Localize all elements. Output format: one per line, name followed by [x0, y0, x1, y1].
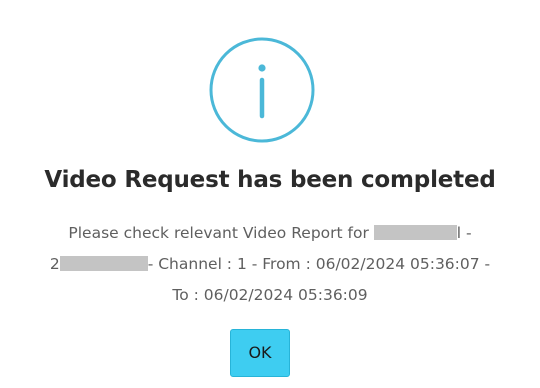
redacted-text: [59, 256, 148, 271]
message-line2-prefix: 2: [49, 255, 60, 273]
message-line1-suffix: l -: [456, 224, 472, 242]
message-line2-suffix: - Channel : 1 - From : 06/02/2024 05:36:…: [147, 255, 491, 273]
dialog-title: Video Request has been completed: [44, 167, 496, 193]
message-line1-prefix: Please check relevant Video Report for: [68, 224, 374, 242]
dialog-message-line-2: 2 - Channel : 1 - From : 06/02/2024 05:36…: [0, 255, 540, 273]
info-circle-icon: [209, 37, 315, 143]
dialog-message-line-3: To : 06/02/2024 05:36:09: [172, 286, 368, 304]
video-request-dialog: Video Request has been completed Please …: [0, 0, 540, 388]
dialog-message-line-1: Please check relevant Video Report for l…: [0, 224, 540, 242]
redacted-text: [373, 225, 457, 240]
ok-button[interactable]: OK: [230, 329, 290, 377]
